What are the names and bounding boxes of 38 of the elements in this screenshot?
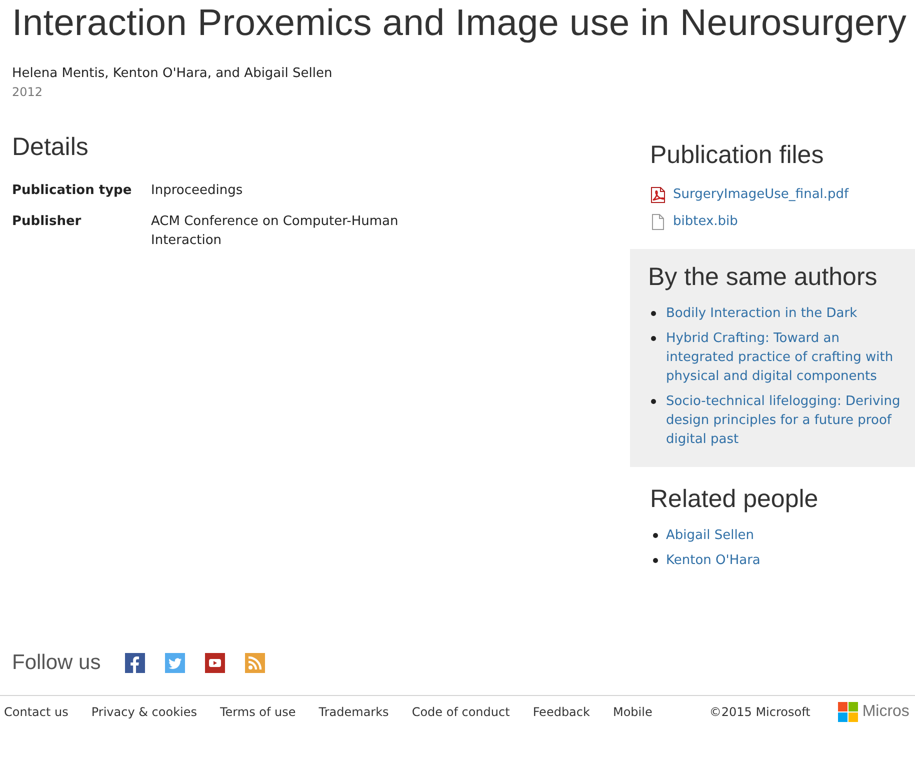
footer-link[interactable]: Terms of use	[220, 703, 296, 721]
letter-f-icon[interactable]	[124, 653, 145, 673]
play-icon[interactable]	[204, 653, 225, 673]
section-heading: Related people	[650, 484, 820, 515]
author-list: Helena Mentis, Kenton O'Hara, and Abigail Sellen	[12, 65, 915, 82]
field-label: Publisher	[12, 213, 82, 231]
publication-link[interactable]: Hybrid Crafting: Toward an integrated practice of crafting with physical and digital components	[666, 329, 905, 386]
page-title: Interaction Proxemics and Image use in Neurosurgery	[11, 1, 908, 45]
file-link[interactable]: SurgeryImageUse_final.pdf	[673, 185, 849, 204]
pdf-file-icon	[650, 186, 666, 202]
four-squares-logo-icon	[838, 702, 858, 722]
bullet-icon	[653, 558, 658, 563]
footer-link[interactable]: Privacy & cookies	[91, 703, 197, 721]
bullet-icon	[653, 533, 658, 538]
publication-link[interactable]: Bodily Interaction in the Dark	[666, 304, 858, 323]
bullet-icon	[651, 399, 656, 404]
person-link[interactable]: Kenton O'Hara	[666, 551, 760, 570]
footer-link[interactable]: Feedback	[532, 703, 590, 721]
bullet-icon	[651, 336, 656, 341]
footer-link[interactable]: Mobile	[612, 703, 652, 721]
section-heading: Details	[12, 132, 90, 163]
footer-link[interactable]: Code of conduct	[412, 703, 510, 721]
brand-name: Micros	[862, 703, 910, 721]
field-value: Inproceedings	[151, 182, 244, 200]
field-label: Publication type	[12, 182, 133, 200]
document-icon	[650, 214, 666, 230]
section-heading: Publication files	[650, 140, 825, 171]
field-value: ACM Conference on Computer-Human Interaction	[151, 213, 400, 250]
publication-link[interactable]: Socio-technical lifelogging: Deriving design principles for a future proof digital past	[666, 392, 905, 449]
follow-label: Follow us	[12, 651, 101, 675]
copyright-text: ©2015 Microsoft	[709, 704, 810, 721]
footer-link[interactable]: Contact us	[4, 703, 68, 721]
person-link[interactable]: Abigail Sellen	[666, 526, 754, 545]
footer-link[interactable]: Trademarks	[318, 703, 389, 721]
bullet-icon	[651, 311, 656, 316]
publication-year: 2012	[12, 84, 44, 101]
section-heading: By the same authors	[648, 262, 878, 293]
file-link[interactable]: bibtex.bib	[673, 212, 738, 231]
